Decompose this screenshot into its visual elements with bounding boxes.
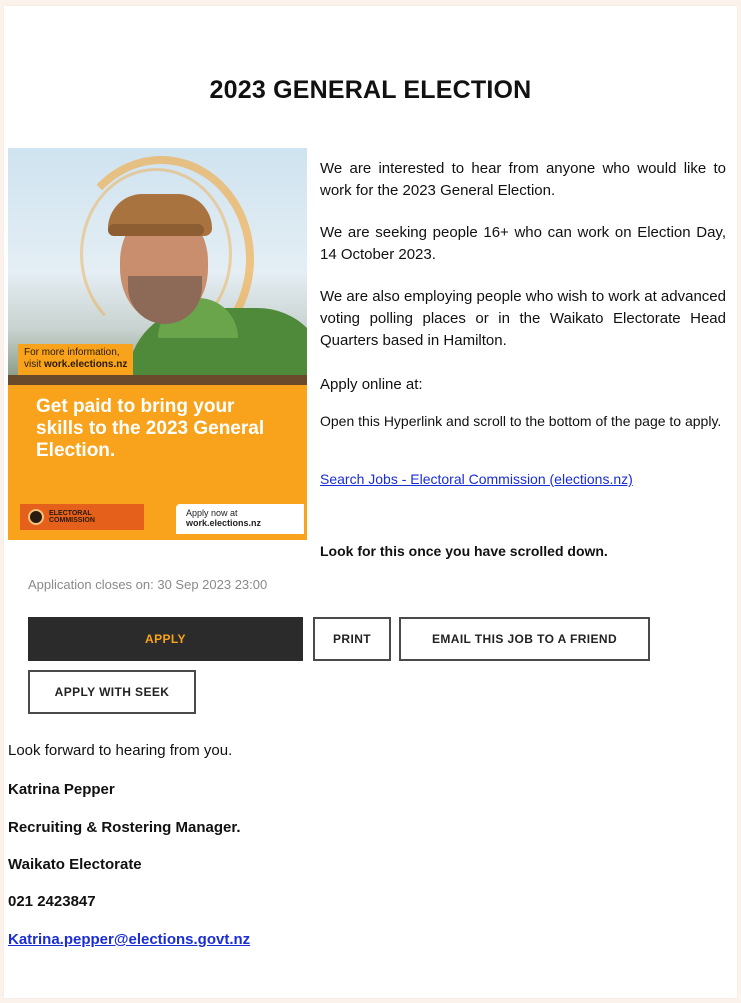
signature-role: Recruiting & Rostering Manager. bbox=[8, 819, 241, 836]
apply-button[interactable]: APPLY bbox=[28, 617, 303, 661]
promo-info-line2: visit work.elections.nz bbox=[24, 359, 127, 371]
paragraph-hyperlink-instructions: Open this Hyperlink and scroll to the bo… bbox=[320, 413, 722, 429]
paragraph-look-for: Look for this once you have scrolled dow… bbox=[320, 543, 608, 559]
page-title: 2023 GENERAL ELECTION bbox=[209, 76, 532, 104]
apply-with-seek-button[interactable]: APPLY WITH SEEK bbox=[28, 670, 196, 714]
promo-apply-line1: Apply now at bbox=[186, 508, 238, 518]
paragraph-employing: We are also employing people who wish to… bbox=[320, 288, 726, 349]
promo-info-line1: For more information, bbox=[24, 347, 120, 358]
search-jobs-paragraph: Search Jobs - Electoral Commission (elec… bbox=[320, 468, 726, 490]
promo-info-box: For more information, visit work.electio… bbox=[18, 344, 134, 375]
logo-mark-icon bbox=[28, 509, 44, 525]
promo-photo: For more information, visit work.electio… bbox=[8, 148, 307, 375]
signature-email-link[interactable]: Katrina.pepper@elections.govt.nz bbox=[8, 931, 250, 948]
promo-image: For more information, visit work.electio… bbox=[8, 148, 307, 540]
signature-org: Waikato Electorate bbox=[8, 856, 142, 873]
person-cap-brim bbox=[108, 224, 204, 236]
document-page: 2023 GENERAL ELECTION For more informati… bbox=[4, 6, 737, 998]
promo-divider bbox=[8, 375, 307, 385]
paragraph-seeking: We are seeking people 16+ who can work o… bbox=[320, 224, 726, 263]
logo-text: ELECTORAL COMMISSION bbox=[49, 510, 95, 524]
promo-info-url: work.elections.nz bbox=[44, 359, 128, 370]
email-job-button[interactable]: EMAIL THIS JOB TO A FRIEND bbox=[399, 617, 650, 661]
promo-info-prefix: visit bbox=[24, 359, 44, 370]
paragraph-interest: We are interested to hear from anyone wh… bbox=[320, 160, 726, 199]
promo-tagline: Get paid to bring your skills to the 202… bbox=[36, 396, 265, 461]
signature-name: Katrina Pepper bbox=[8, 781, 115, 798]
promo-apply-box: Apply now at work.elections.nz bbox=[176, 504, 304, 534]
print-button[interactable]: PRINT bbox=[313, 617, 391, 661]
signature-email-row: Katrina.pepper@elections.govt.nz bbox=[8, 931, 250, 948]
signature-phone: 021 2423847 bbox=[8, 893, 96, 910]
search-jobs-link[interactable]: Search Jobs - Electoral Commission (elec… bbox=[320, 471, 633, 487]
paragraph-apply-online: Apply online at: bbox=[320, 376, 423, 393]
application-closes: Application closes on: 30 Sep 2023 23:00 bbox=[28, 577, 268, 592]
closing-line: Look forward to hearing from you. bbox=[8, 742, 233, 759]
promo-apply-url: work.elections.nz bbox=[186, 518, 262, 528]
electoral-commission-logo: ELECTORAL COMMISSION bbox=[20, 504, 144, 530]
